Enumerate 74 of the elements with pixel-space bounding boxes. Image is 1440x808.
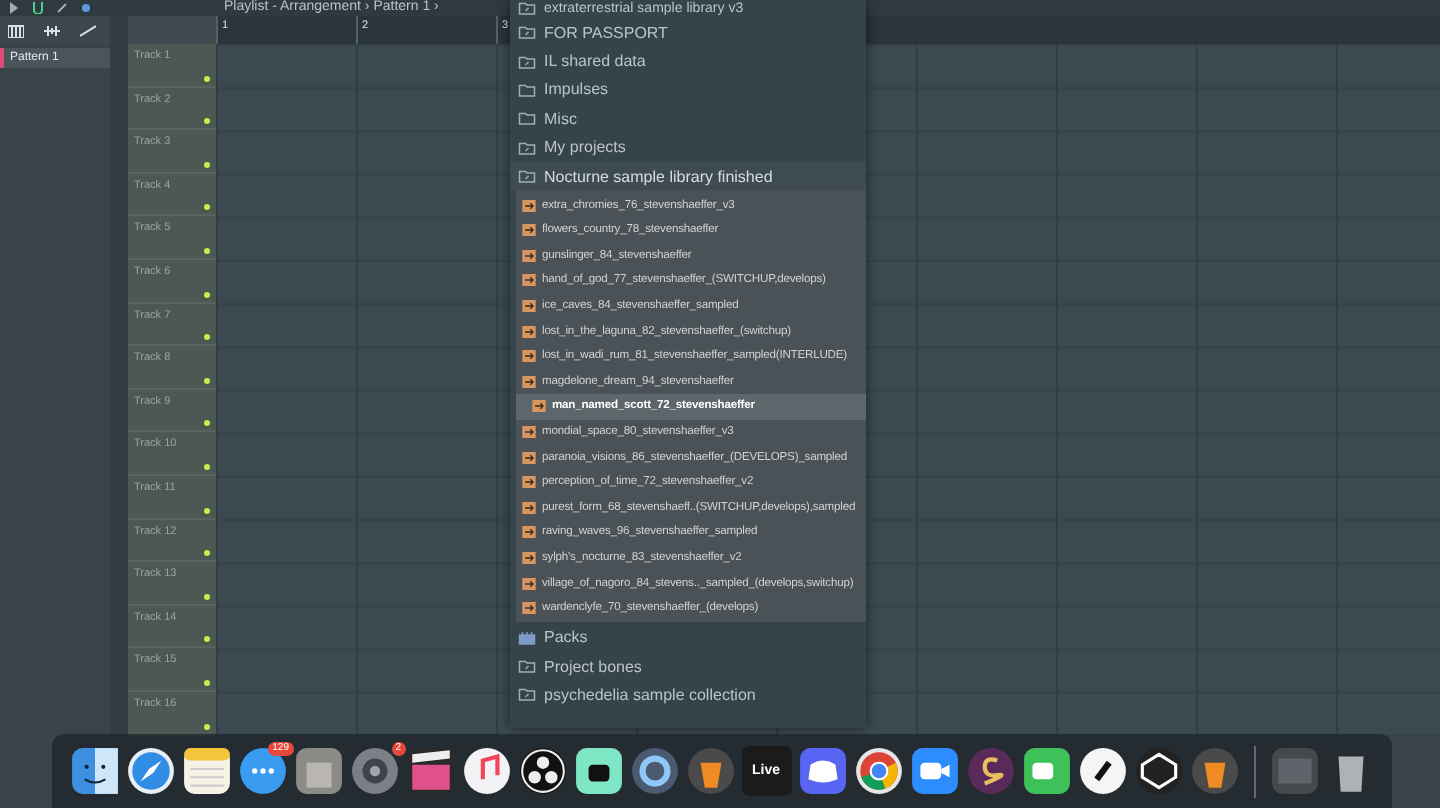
linked-folder-icon [518, 168, 536, 185]
track-mute-button[interactable] [204, 204, 210, 211]
dock-divider [1253, 745, 1255, 797]
header-corner [128, 16, 216, 44]
linked-folder-icon [518, 53, 536, 70]
audio-file-icon [522, 249, 536, 262]
track-mute-button[interactable] [204, 723, 210, 729]
audio-file-icon [522, 425, 536, 438]
scrollbar-track[interactable] [110, 16, 128, 736]
linked-folder-icon [518, 0, 536, 16]
audio-file-icon [522, 350, 536, 363]
smiling-face-icon[interactable] [69, 746, 119, 796]
s-letter-icon[interactable] [965, 746, 1015, 796]
automation-icon[interactable] [80, 23, 96, 37]
camera-face-icon[interactable] [573, 746, 623, 796]
linked-folder-icon [518, 24, 536, 41]
track-mute-button[interactable] [204, 247, 210, 254]
folder-item[interactable]: My projects [510, 133, 866, 162]
audio-file-icon [532, 400, 546, 413]
waveform-icon[interactable] [44, 23, 60, 37]
linked-folder-icon [518, 139, 536, 156]
track-mute-button[interactable] [204, 291, 210, 298]
clapperboard-icon[interactable] [405, 746, 455, 796]
packs-icon [518, 629, 536, 646]
audio-file-icon [522, 526, 536, 539]
track-mute-button[interactable] [204, 377, 210, 384]
audio-file-icon [522, 577, 536, 590]
track-mute-button[interactable] [204, 161, 210, 168]
circles-icon[interactable] [517, 746, 567, 796]
video-camera-icon[interactable] [909, 746, 959, 796]
audio-file-icon [522, 199, 536, 212]
track-mute-button[interactable] [204, 75, 210, 82]
folder-item[interactable]: psychedelia sample collection [510, 680, 866, 710]
track-mute-button[interactable] [204, 593, 210, 600]
gear-icon[interactable] [349, 746, 399, 796]
track-mute-button[interactable] [204, 507, 210, 514]
pointer-icon[interactable] [8, 2, 20, 14]
audio-file-icon [522, 274, 536, 287]
box-icon[interactable] [293, 746, 343, 796]
video-call-icon[interactable] [1021, 746, 1071, 796]
track-mute-button[interactable] [204, 679, 210, 686]
slash-icon[interactable] [1077, 746, 1127, 796]
folder-item[interactable]: Impulses [510, 75, 866, 105]
audio-file-icon [522, 325, 536, 338]
folder-item[interactable]: IL shared data [510, 46, 866, 76]
track-mute-button[interactable] [204, 550, 210, 557]
cube-icon[interactable] [1133, 746, 1183, 796]
audio-file-icon [522, 602, 536, 615]
audio-file-icon [522, 375, 536, 388]
notepad-icon[interactable] [181, 746, 231, 796]
audio-file-icon [522, 501, 536, 514]
folder-item[interactable]: Nocturne sample library finished [510, 161, 866, 191]
track-mute-button[interactable] [204, 420, 210, 427]
track-mute-button[interactable] [204, 636, 210, 643]
pencil-icon[interactable] [56, 2, 68, 14]
audio-file-icon [522, 224, 536, 237]
audio-file-icon [522, 551, 536, 564]
linked-folder-icon [518, 658, 536, 675]
audio-file-icon [522, 451, 536, 464]
folder-item[interactable]: Packs [510, 622, 866, 652]
track-mute-button[interactable] [204, 334, 210, 341]
magnet-icon[interactable] [32, 2, 44, 14]
piano-keys-icon[interactable] [8, 23, 24, 37]
track-mute-button[interactable] [204, 463, 210, 470]
track-mute-button[interactable] [204, 118, 210, 125]
speech-bubble-icon[interactable] [237, 746, 287, 796]
compass-icon[interactable] [125, 746, 175, 796]
folder-item[interactable]: Misc [510, 104, 866, 134]
audio-file-icon [522, 300, 536, 313]
folder-item[interactable]: Project bones [510, 651, 866, 681]
linked-folder-icon [518, 686, 536, 703]
chrome-icon[interactable] [853, 746, 903, 796]
audio-file-icon [522, 476, 536, 489]
window-thumbnail-icon[interactable] [1269, 746, 1319, 796]
